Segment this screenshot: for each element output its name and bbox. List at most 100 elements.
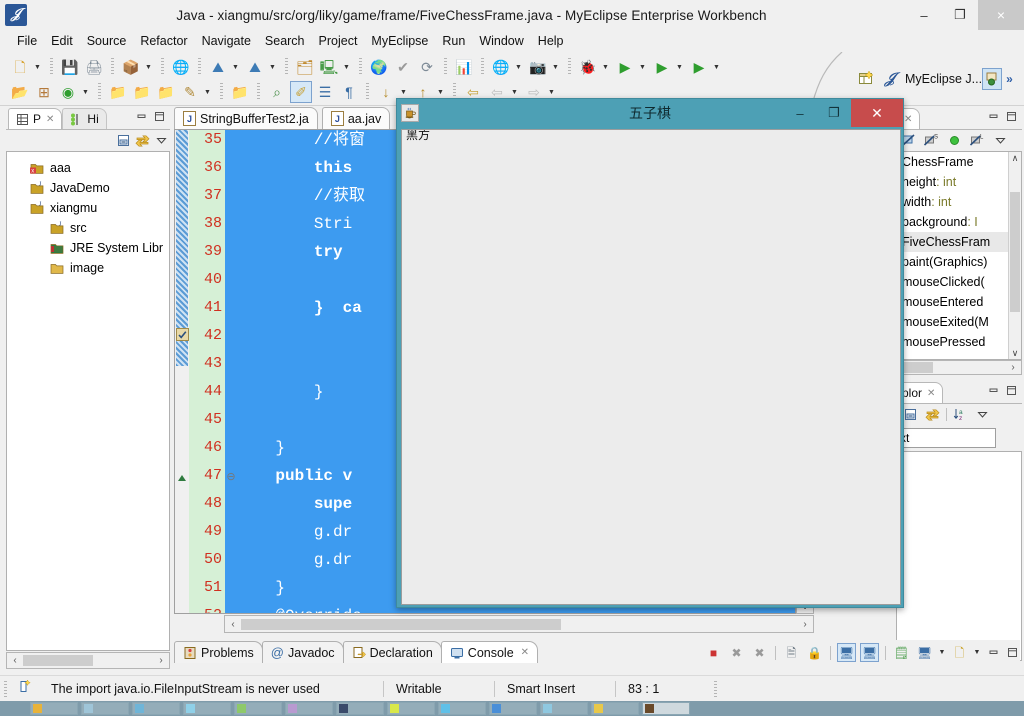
scroll-right-icon[interactable]: › (1005, 362, 1021, 373)
menu-item-run[interactable]: Run (435, 32, 472, 50)
menu-item-navigate[interactable]: Navigate (195, 32, 258, 50)
dropdown-arrow-icon[interactable]: ▼ (550, 57, 561, 77)
code-line[interactable]: try (237, 238, 343, 266)
dropdown-arrow-icon[interactable]: ▼ (711, 57, 722, 77)
menu-item-project[interactable]: Project (312, 32, 365, 50)
hide-static-icon[interactable]: S (923, 132, 940, 149)
code-line[interactable]: } ca (237, 294, 362, 322)
breakpoint-marker-icon[interactable] (176, 328, 189, 341)
code-line[interactable]: Stri (237, 210, 352, 238)
maximize-view-icon[interactable] (1005, 110, 1018, 123)
dropdown-arrow-icon[interactable]: ▼ (341, 57, 352, 77)
package-explorer-hscroll[interactable]: ‹ › (6, 652, 170, 669)
gomoku-minimize-button[interactable]: – (783, 99, 817, 127)
dropdown-arrow-icon[interactable]: ▼ (674, 57, 685, 77)
code-line[interactable]: this (237, 154, 352, 182)
new-console-view-icon[interactable]: 🖥 (915, 643, 934, 662)
close-icon[interactable]: ✕ (927, 388, 935, 399)
open-browser-icon[interactable]: 🌍 (368, 56, 390, 78)
tab-package-explorer[interactable]: P ✕ (8, 108, 63, 129)
dropdown-arrow-icon[interactable]: ▼ (637, 57, 648, 77)
perspective-overflow-icon[interactable]: » (1006, 72, 1013, 86)
hscroll-thumb[interactable] (241, 618, 561, 630)
show-whitespace-icon[interactable]: ☰ (314, 81, 336, 103)
gomoku-maximize-button[interactable]: ❐ (817, 99, 851, 127)
taskbar-item-7[interactable] (336, 702, 384, 715)
outline-row[interactable]: height : int (897, 172, 1021, 192)
minimize-button[interactable]: – (906, 0, 942, 30)
close-icon[interactable]: ✕ (521, 647, 529, 658)
menu-item-refactor[interactable]: Refactor (133, 32, 194, 50)
taskbar-item-1[interactable] (30, 702, 78, 715)
tab-console[interactable]: Console ✕ (440, 641, 539, 663)
hide-nonpublic-icon[interactable] (946, 132, 963, 149)
snapshot-icon[interactable]: 📷 (527, 56, 549, 78)
outline-row[interactable]: mouseExited(M (897, 312, 1021, 332)
close-button[interactable]: × (978, 0, 1024, 30)
web-resource-icon[interactable]: 🌐 (490, 56, 512, 78)
dropdown-arrow-icon[interactable]: ▼ (143, 57, 154, 77)
editor-vertical-ruler[interactable] (175, 130, 189, 613)
gomoku-board-canvas[interactable]: 黑方 (401, 129, 901, 605)
deploy-icon[interactable]: ⛰ (207, 56, 229, 78)
hide-local-types-icon[interactable]: L (969, 132, 986, 149)
outline-row[interactable]: background : I (897, 212, 1021, 232)
dropdown-arrow-icon[interactable]: ▼ (937, 649, 947, 656)
tree-item-src[interactable]: Jsrc (7, 218, 169, 238)
fold-toggle-icon[interactable]: ⊖ (225, 462, 237, 490)
maximize-button[interactable]: ❐ (942, 0, 978, 30)
terminate-icon[interactable]: ■ (704, 643, 723, 662)
dropdown-arrow-icon[interactable]: ▼ (600, 57, 611, 77)
dropdown-arrow-icon[interactable]: ▼ (513, 57, 524, 77)
edit-icon[interactable]: ✎ (179, 81, 201, 103)
open-type-icon[interactable]: 📂 (9, 81, 31, 103)
collapse-all-icon[interactable] (902, 406, 919, 423)
myeclipse-config-icon[interactable]: ◉ (57, 81, 79, 103)
myeclipse-java-icon[interactable]: 𝒥 (879, 68, 901, 90)
outline-row[interactable]: FiveChessFram (897, 232, 1021, 252)
link-with-editor-icon[interactable] (134, 132, 151, 149)
code-line[interactable]: } (237, 378, 324, 406)
code-line[interactable]: @Override (237, 602, 361, 613)
code-line[interactable]: g.dr (237, 546, 352, 574)
dropdown-arrow-icon[interactable]: ▼ (230, 57, 241, 77)
fold-toggle-icon[interactable]: ⊖ (225, 602, 237, 614)
open-resource-icon[interactable]: 📁 (229, 81, 251, 103)
tree-item-xiangmu[interactable]: Jxiangmu (7, 198, 169, 218)
menu-item-help[interactable]: Help (531, 32, 571, 50)
outline-row[interactable]: mouseClicked( (897, 272, 1021, 292)
dropdown-arrow-icon[interactable]: ▼ (267, 57, 278, 77)
tree-item-aaa[interactable]: x aaa (7, 158, 169, 178)
outline-row[interactable]: width : int (897, 192, 1021, 212)
taskbar-item-4[interactable] (183, 702, 231, 715)
run-history-icon[interactable]: ▶ (651, 56, 673, 78)
minimize-view-icon[interactable] (135, 110, 148, 123)
scroll-left-icon[interactable]: ‹ (225, 619, 241, 630)
minimize-view-icon[interactable] (986, 645, 1001, 660)
dropdown-arrow-icon[interactable]: ▼ (972, 649, 982, 656)
java-perspective-icon[interactable] (982, 67, 1003, 90)
clear-console-icon[interactable]: 🗎 (782, 643, 801, 662)
open-package-red-icon[interactable]: 📁 (107, 81, 129, 103)
code-line[interactable]: } (237, 574, 285, 602)
menu-item-edit[interactable]: Edit (44, 32, 80, 50)
view-menu-icon[interactable] (974, 406, 991, 423)
dropdown-arrow-icon[interactable]: ▼ (202, 82, 213, 102)
editor-tab-stringbuffertest2[interactable]: J StringBufferTest2.ja (174, 107, 318, 129)
taskbar-item-10[interactable] (489, 702, 537, 715)
sort-az-icon[interactable]: a z (952, 406, 969, 423)
close-icon[interactable]: ✕ (46, 114, 54, 125)
taskbar-item-8[interactable] (387, 702, 435, 715)
print-icon[interactable]: 🖨 (83, 56, 105, 78)
taskbar-item-12[interactable] (591, 702, 639, 715)
code-line[interactable]: public v (237, 462, 352, 490)
menu-item-file[interactable]: File (10, 32, 44, 50)
external-tools-icon[interactable]: ▶ (688, 56, 710, 78)
menu-item-search[interactable]: Search (258, 32, 312, 50)
code-line[interactable]: //将窗 (237, 130, 365, 154)
new-java-package-icon[interactable]: 📦 (120, 56, 142, 78)
editor-tab-aa[interactable]: Jaa.jav (321, 107, 391, 129)
link-with-editor-icon[interactable] (924, 406, 941, 423)
code-line[interactable]: supe (237, 490, 352, 518)
tab-javadoc[interactable]: @ Javadoc (261, 641, 344, 663)
